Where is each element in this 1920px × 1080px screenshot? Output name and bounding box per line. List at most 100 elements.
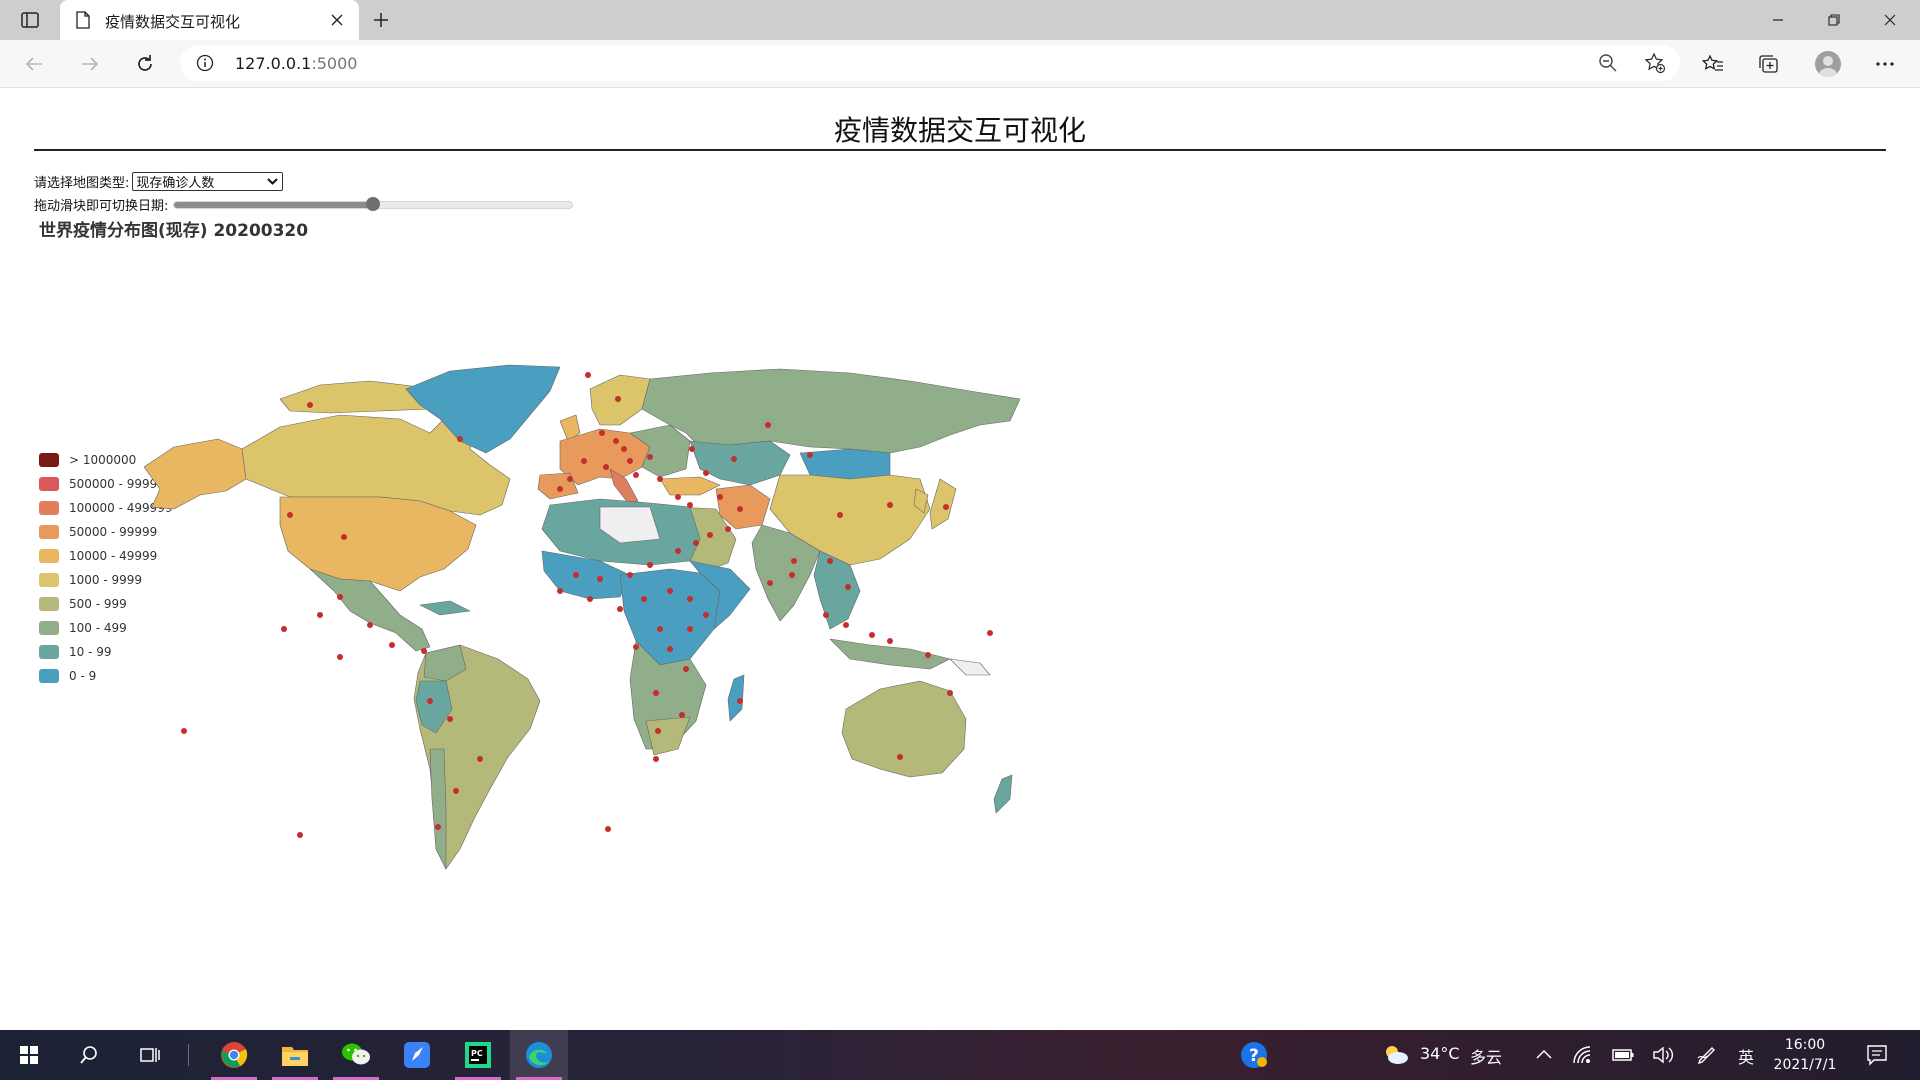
address-field[interactable]: 127.0.0.1:5000: [180, 45, 1680, 81]
city-marker[interactable]: [287, 512, 293, 518]
city-marker[interactable]: [675, 548, 681, 554]
notification-icon[interactable]: [1866, 1044, 1888, 1066]
city-marker[interactable]: [581, 458, 587, 464]
city-marker[interactable]: [827, 558, 833, 564]
city-marker[interactable]: [621, 446, 627, 452]
back-button[interactable]: [18, 48, 50, 80]
city-marker[interactable]: [587, 596, 593, 602]
city-marker[interactable]: [337, 594, 343, 600]
city-marker[interactable]: [703, 612, 709, 618]
city-marker[interactable]: [641, 596, 647, 602]
city-marker[interactable]: [567, 476, 573, 482]
city-marker[interactable]: [925, 652, 931, 658]
tab-close-button[interactable]: [327, 10, 347, 30]
city-marker[interactable]: [389, 642, 395, 648]
city-marker[interactable]: [627, 458, 633, 464]
city-marker[interactable]: [633, 644, 639, 650]
city-marker[interactable]: [845, 584, 851, 590]
start-button[interactable]: [0, 1030, 58, 1080]
add-favorite-icon[interactable]: [1644, 52, 1666, 74]
volume-icon[interactable]: [1652, 1045, 1674, 1065]
city-marker[interactable]: [337, 654, 343, 660]
city-marker[interactable]: [435, 824, 441, 830]
world-map[interactable]: [130, 329, 1030, 889]
city-marker[interactable]: [737, 506, 743, 512]
collections-button[interactable]: [1753, 48, 1785, 80]
city-marker[interactable]: [647, 454, 653, 460]
zoom-out-icon[interactable]: [1598, 53, 1618, 73]
city-marker[interactable]: [987, 630, 993, 636]
city-marker[interactable]: [657, 626, 663, 632]
map-type-select[interactable]: 现存确诊人数: [132, 172, 284, 191]
new-tab-button[interactable]: [367, 6, 395, 34]
city-marker[interactable]: [297, 832, 303, 838]
taskbar-file-explorer[interactable]: [266, 1030, 324, 1080]
city-marker[interactable]: [605, 826, 611, 832]
city-marker[interactable]: [421, 648, 427, 654]
city-marker[interactable]: [887, 638, 893, 644]
restore-button[interactable]: [1806, 0, 1862, 40]
city-marker[interactable]: [653, 690, 659, 696]
taskbar-chrome[interactable]: [205, 1030, 263, 1080]
city-marker[interactable]: [687, 626, 693, 632]
city-marker[interactable]: [447, 716, 453, 722]
city-marker[interactable]: [767, 580, 773, 586]
city-marker[interactable]: [307, 402, 313, 408]
city-marker[interactable]: [657, 476, 663, 482]
city-marker[interactable]: [597, 576, 603, 582]
task-view-button[interactable]: [120, 1030, 178, 1080]
forward-button[interactable]: [74, 48, 106, 80]
city-marker[interactable]: [693, 540, 699, 546]
city-marker[interactable]: [457, 436, 463, 442]
city-marker[interactable]: [675, 494, 681, 500]
taskbar-wechat[interactable]: [327, 1030, 385, 1080]
city-marker[interactable]: [687, 502, 693, 508]
battery-icon[interactable]: [1612, 1048, 1634, 1062]
city-marker[interactable]: [707, 532, 713, 538]
help-button[interactable]: ?: [1225, 1030, 1283, 1080]
refresh-button[interactable]: [129, 48, 161, 80]
city-marker[interactable]: [823, 612, 829, 618]
city-marker[interactable]: [477, 756, 483, 762]
city-marker[interactable]: [613, 438, 619, 444]
city-marker[interactable]: [717, 494, 723, 500]
city-marker[interactable]: [557, 588, 563, 594]
profile-button[interactable]: [1812, 48, 1844, 80]
city-marker[interactable]: [687, 596, 693, 602]
city-marker[interactable]: [281, 626, 287, 632]
city-marker[interactable]: [573, 572, 579, 578]
active-tab[interactable]: 疫情数据交互可视化: [60, 0, 359, 40]
chevron-up-icon[interactable]: [1536, 1049, 1552, 1059]
city-marker[interactable]: [947, 690, 953, 696]
city-marker[interactable]: [703, 470, 709, 476]
city-marker[interactable]: [655, 728, 661, 734]
city-marker[interactable]: [181, 728, 187, 734]
city-marker[interactable]: [789, 572, 795, 578]
city-marker[interactable]: [585, 372, 591, 378]
city-marker[interactable]: [653, 756, 659, 762]
city-marker[interactable]: [427, 698, 433, 704]
search-button[interactable]: [60, 1030, 118, 1080]
city-marker[interactable]: [617, 606, 623, 612]
city-marker[interactable]: [317, 612, 323, 618]
city-marker[interactable]: [367, 622, 373, 628]
city-marker[interactable]: [737, 698, 743, 704]
city-marker[interactable]: [689, 446, 695, 452]
taskbar-edge[interactable]: [510, 1030, 568, 1080]
city-marker[interactable]: [557, 486, 563, 492]
city-marker[interactable]: [683, 666, 689, 672]
network-icon[interactable]: [1572, 1045, 1592, 1065]
city-marker[interactable]: [667, 646, 673, 652]
city-marker[interactable]: [667, 588, 673, 594]
city-marker[interactable]: [603, 464, 609, 470]
city-marker[interactable]: [647, 562, 653, 568]
close-window-button[interactable]: [1862, 0, 1918, 40]
city-marker[interactable]: [341, 534, 347, 540]
tab-actions-button[interactable]: [14, 6, 46, 34]
city-marker[interactable]: [791, 558, 797, 564]
city-marker[interactable]: [837, 512, 843, 518]
info-icon[interactable]: [196, 54, 214, 72]
system-clock[interactable]: 16:00 2021/7/1: [1760, 1035, 1850, 1075]
city-marker[interactable]: [843, 622, 849, 628]
city-marker[interactable]: [627, 572, 633, 578]
